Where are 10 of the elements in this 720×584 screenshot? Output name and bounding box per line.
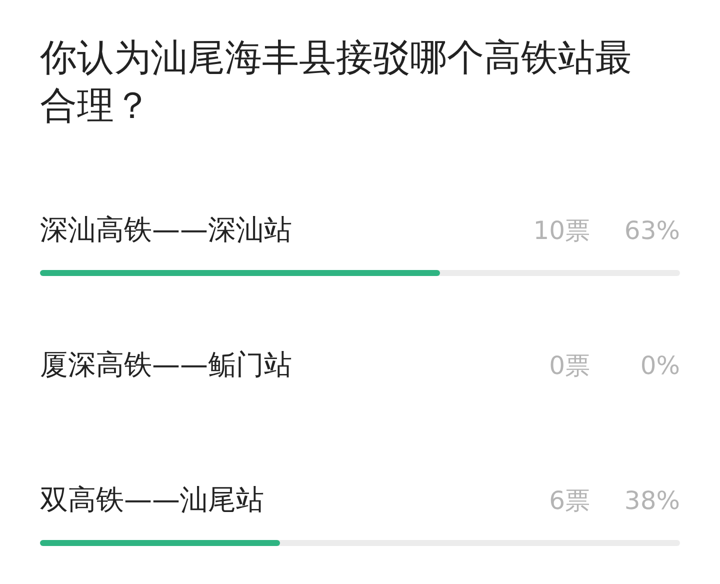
vote-count: 10票 bbox=[532, 214, 590, 246]
vote-count: 0票 bbox=[548, 350, 590, 382]
vote-count: 6票 bbox=[548, 484, 590, 516]
vote-percent: 38% bbox=[623, 486, 680, 514]
vote-percent: 0% bbox=[639, 350, 680, 380]
option-label: 深汕高铁——深汕站 bbox=[40, 212, 293, 248]
poll-question: 你认为汕尾海丰县接驳哪个高铁站最合理？ bbox=[40, 35, 633, 129]
vote-percent: 63% bbox=[623, 216, 680, 244]
option-label: 厦深高铁——鲘门站 bbox=[40, 347, 293, 383]
option-label: 双高铁——汕尾站 bbox=[40, 482, 265, 518]
